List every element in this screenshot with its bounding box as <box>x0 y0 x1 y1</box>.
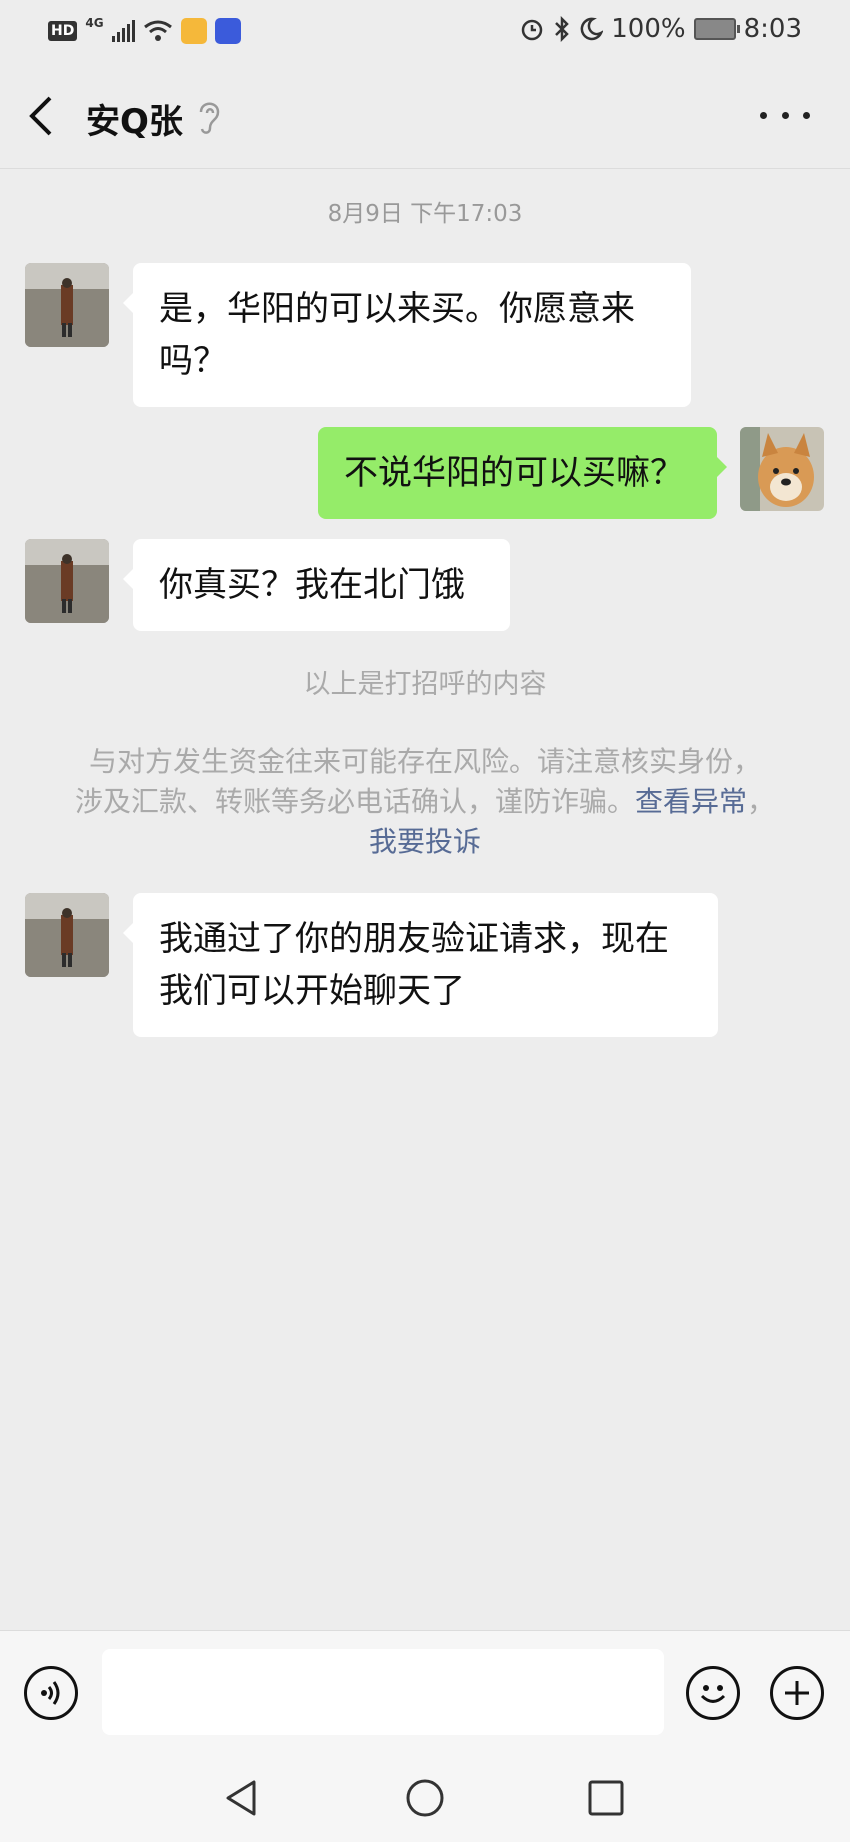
alarm-icon <box>522 19 543 41</box>
plus-icon[interactable] <box>770 1666 824 1720</box>
message-text: 你真买？我在北门饿 <box>159 565 465 605</box>
message-text: 不说华阳的可以买嘛？ <box>344 453 684 493</box>
warning-text: 涉及汇款、转账等务必电话确认，谨防诈骗。 <box>74 785 635 818</box>
message-input[interactable] <box>102 1649 664 1735</box>
input-bar <box>0 1630 850 1755</box>
nav-recents-icon[interactable] <box>586 1778 626 1818</box>
more-icon[interactable] <box>760 100 810 130</box>
ear-icon <box>199 102 220 134</box>
message-text-line: 是，华阳的可以来买。你愿意来 <box>159 289 635 329</box>
app-notification-icon <box>180 18 207 44</box>
contact-avatar[interactable] <box>25 263 109 347</box>
battery-percent: 100% <box>611 14 686 44</box>
back-arrow-icon[interactable] <box>22 92 62 140</box>
received-message-bubble[interactable]: 我通过了你的朋友验证请求，现在 我们可以开始聊天了 <box>123 893 718 1037</box>
app-notification-icon <box>214 18 241 44</box>
status-bar: HD 4G 100% 8:03 <box>0 0 850 64</box>
wifi-icon <box>143 20 172 41</box>
system-navigation-bar <box>0 1754 850 1842</box>
message-text-line: 吗？ <box>159 341 227 381</box>
moon-icon <box>580 17 604 41</box>
nav-home-icon[interactable] <box>405 1778 445 1818</box>
contact-avatar[interactable] <box>25 539 109 623</box>
received-message-bubble[interactable]: 你真买？我在北门饿 <box>123 539 510 631</box>
view-abnormal-link[interactable]: 查看异常 <box>635 785 747 818</box>
network-type: 4G <box>85 16 104 30</box>
battery-icon <box>693 18 740 40</box>
voice-icon[interactable] <box>24 1666 78 1720</box>
message-text-line: 我通过了你的朋友验证请求，现在 <box>159 919 669 959</box>
chat-title: 安Q张 <box>86 102 183 142</box>
emoji-icon[interactable] <box>686 1666 740 1720</box>
report-link[interactable]: 我要投诉 <box>369 825 481 858</box>
clock: 8:03 <box>743 14 802 44</box>
bluetooth-icon <box>555 16 570 42</box>
status-right: 100% 8:03 <box>519 14 802 44</box>
status-left: HD 4G <box>48 16 241 44</box>
nav-back-icon[interactable] <box>222 1778 262 1818</box>
message-timestamp: 8月9日 下午17:03 <box>327 201 523 227</box>
hd-badge: HD <box>48 21 78 41</box>
greeting-note: 以上是打招呼的内容 <box>303 669 547 700</box>
message-text-line: 我们可以开始聊天了 <box>159 971 465 1011</box>
chat-header: 安Q张 <box>0 64 850 169</box>
received-message-bubble[interactable]: 是，华阳的可以来买。你愿意来 吗？ <box>123 263 691 407</box>
contact-avatar[interactable] <box>25 893 109 977</box>
warning-separator: ， <box>747 785 776 818</box>
my-avatar[interactable] <box>740 427 824 511</box>
fraud-warning: 与对方发生资金往来可能存在风险。请注意核实身份， 涉及汇款、转账等务必电话确认，… <box>62 742 788 862</box>
signal-icon <box>111 20 135 42</box>
sent-message-bubble[interactable]: 不说华阳的可以买嘛？ <box>318 427 727 519</box>
warning-text: 与对方发生资金往来可能存在风险。请注意核实身份， <box>88 745 761 778</box>
